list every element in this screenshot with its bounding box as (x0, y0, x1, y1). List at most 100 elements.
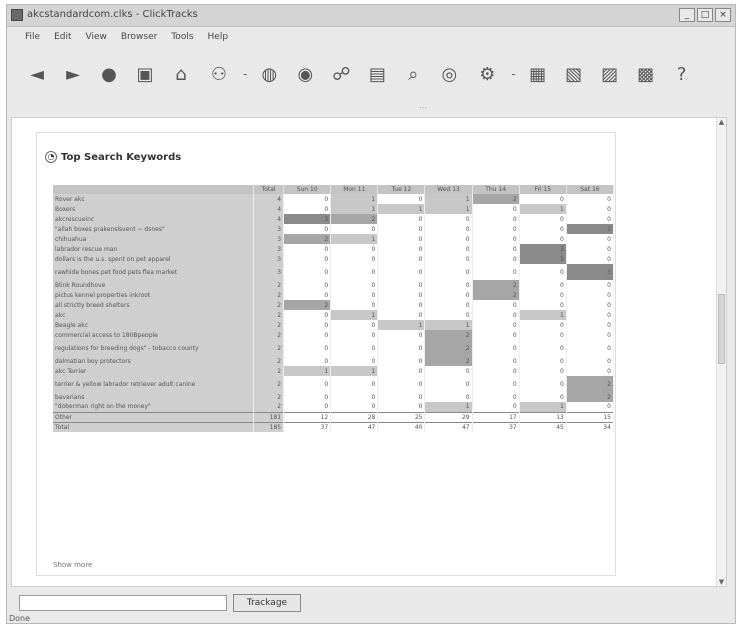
day-cell: 0 (424, 254, 473, 264)
keyword-cell[interactable]: akcrescueinc (53, 214, 255, 224)
keyword-cell[interactable]: Boxers (53, 204, 255, 214)
table-row[interactable]: dalmatian boy protectors 2 0 0 0 2 0 0 0 (53, 356, 615, 366)
minimize-button[interactable]: _ (679, 8, 695, 22)
menu-browser[interactable]: Browser (121, 32, 157, 42)
table-row[interactable]: Blink Roundhove 2 0 0 0 0 2 0 0 (53, 280, 615, 290)
table-row[interactable]: terrier & yellow labrador retriever adul… (53, 376, 615, 392)
total-cell: 2 (253, 330, 285, 340)
table-row[interactable]: "doberman right on the money" 2 0 0 0 1 0 1 0 (53, 402, 615, 412)
keyword-cell[interactable]: Rover akc (53, 194, 255, 204)
maximize-button[interactable]: □ (697, 8, 713, 22)
globe2-icon[interactable]: ◉ (291, 60, 319, 88)
visitors-icon[interactable]: ⚇ (203, 60, 235, 88)
keyword-cell[interactable]: "allah boxes prakenslsvent ~ dsnes" (53, 224, 255, 234)
scroll-thumb[interactable] (718, 294, 725, 364)
table-row[interactable]: dollars is the u.s. spent on pet apparel… (53, 254, 615, 264)
pdf-icon[interactable]: ▧ (560, 60, 588, 88)
keyword-cell[interactable]: akc Terrier (53, 366, 255, 376)
day-cell: 0 (566, 310, 615, 320)
refresh-icon[interactable]: ● (95, 60, 123, 88)
table-row[interactable]: rawhide bones pet food pets flea market 3… (53, 264, 615, 280)
page-icon[interactable]: ▣ (131, 60, 159, 88)
keyword-cell[interactable]: labrador rescue man (53, 244, 255, 254)
menu-file[interactable]: File (25, 32, 40, 42)
table-row[interactable]: chihuahua 3 2 1 0 0 0 0 0 (53, 234, 615, 244)
day-cell: 0 (566, 340, 615, 356)
keyword-cell[interactable]: akc (53, 310, 255, 320)
table-row[interactable]: "allah boxes prakenslsvent ~ dsnes" 3 0 0 0 0… (53, 224, 615, 234)
table-row[interactable]: bavarians 2 0 0 0 0 0 0 2 (53, 392, 615, 402)
keyword-cell[interactable]: dollars is the u.s. spent on pet apparel (53, 254, 255, 264)
total-cell: 3 (253, 264, 285, 280)
show-more-link[interactable]: Show more (53, 561, 92, 569)
table-icon[interactable]: ▦ (524, 60, 552, 88)
export-icon[interactable]: ▨ (596, 60, 624, 88)
help-icon[interactable]: ? (668, 60, 696, 88)
keyword-cell[interactable]: "doberman right on the money" (53, 402, 255, 412)
trackage-button[interactable]: Trackage (233, 594, 301, 612)
col-header[interactable]: Sun 10 (283, 185, 332, 194)
keyword-cell[interactable]: all strictly breed shelters (53, 300, 255, 310)
search-icon[interactable]: ⌕ (399, 60, 427, 88)
keyword-cell[interactable]: chihuahua (53, 234, 255, 244)
day-cell: 0 (566, 234, 615, 244)
menu-tools[interactable]: Tools (171, 32, 193, 42)
menu-edit[interactable]: Edit (54, 32, 71, 42)
col-header[interactable]: Tue 12 (377, 185, 426, 194)
col-header[interactable]: Thu 14 (472, 185, 520, 194)
forward-icon[interactable]: ► (59, 60, 87, 88)
people-icon[interactable]: ☍ (327, 60, 355, 88)
col-header[interactable]: Wed 13 (424, 185, 473, 194)
globe-icon[interactable]: ◍ (255, 60, 283, 88)
menu-view[interactable]: View (86, 32, 107, 42)
col-header[interactable]: Total (253, 185, 285, 194)
keyword-cell[interactable]: Beagle akc (53, 320, 255, 330)
total-cell: 2 (253, 366, 285, 376)
report-icon[interactable]: ▤ (363, 60, 391, 88)
keyword-cell[interactable]: regulations for breeding dogs" - tobacco… (53, 340, 255, 356)
scroll-down-icon[interactable]: ▼ (717, 578, 726, 586)
table-row[interactable]: pictus kennel properties inkroot 2 0 0 0 0 2 0 0 (53, 290, 615, 300)
col-header[interactable]: Sat 16 (566, 185, 615, 194)
close-button[interactable]: × (715, 8, 731, 22)
table-row[interactable]: Boxers 4 0 1 1 1 0 1 0 (53, 204, 615, 214)
bottom-input[interactable] (19, 595, 227, 611)
table-row[interactable]: akc Terrier 2 1 1 0 0 0 0 0 (53, 366, 615, 376)
back-icon[interactable]: ◄ (23, 60, 51, 88)
day-cell: 0 (566, 356, 615, 366)
table-row[interactable]: labrador rescue man 3 0 0 0 0 0 3 0 (53, 244, 615, 254)
print-icon[interactable]: ▩ (632, 60, 660, 88)
home-icon[interactable]: ⌂ (167, 60, 195, 88)
total-cell: 3 (253, 234, 285, 244)
table-row[interactable]: akc 2 0 1 0 0 0 1 0 (53, 310, 615, 320)
keyword-cell[interactable]: dalmatian boy protectors (53, 356, 255, 366)
keyword-cell[interactable]: rawhide bones pet food pets flea market (53, 264, 255, 280)
col-header[interactable]: Fri 15 (519, 185, 567, 194)
flow-icon[interactable]: ⚙ (471, 60, 503, 88)
table-row[interactable]: Beagle akc 2 0 0 1 1 0 0 0 (53, 320, 615, 330)
table-row[interactable]: Rover akc 4 0 1 0 1 2 0 0 (53, 194, 615, 204)
day-cell: 0 (519, 194, 567, 204)
keyword-cell[interactable]: pictus kennel properties inkroot (53, 290, 255, 300)
day-cell: 0 (283, 194, 332, 204)
table-row[interactable]: all strictly breed shelters 2 2 0 0 0 0 0 0 (53, 300, 615, 310)
scroll-up-icon[interactable]: ▲ (717, 118, 726, 126)
resize-grip[interactable]: ⋯ (419, 103, 427, 112)
keyword-icon: ◔ (45, 151, 57, 163)
table-row[interactable]: commercial access to 180Bpeople 2 0 0 0 2 0 0 0 (53, 330, 615, 340)
table-row[interactable]: regulations for breeding dogs" - tobacco… (53, 340, 615, 356)
day-cell: 0 (330, 376, 379, 392)
keyword-cell[interactable]: Blink Roundhove (53, 280, 255, 290)
day-cell: 34 (566, 421, 615, 432)
keyword-cell[interactable]: terrier & yellow labrador retriever adul… (53, 376, 255, 392)
day-cell: 0 (472, 264, 520, 280)
col-header[interactable]: Mon 11 (330, 185, 379, 194)
keyword-cell[interactable]: commercial access to 180Bpeople (53, 330, 255, 340)
day-cell: 0 (566, 214, 615, 224)
table-row[interactable]: akcrescueinc 4 3 2 0 0 0 0 0 (53, 214, 615, 224)
vertical-scrollbar[interactable]: ▲ ▼ (716, 118, 726, 586)
col-header[interactable] (53, 185, 255, 194)
keyword-cell[interactable]: bavarians (53, 392, 255, 402)
coins-icon[interactable]: ◎ (435, 60, 463, 88)
menu-help[interactable]: Help (208, 32, 229, 42)
